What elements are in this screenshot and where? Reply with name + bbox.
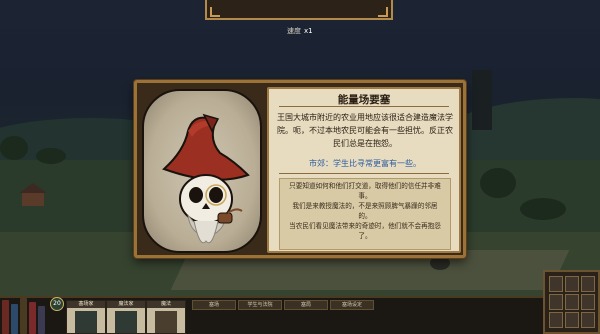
- tab-button[interactable]: 塞场设定: [330, 300, 374, 310]
- tab-button[interactable]: 学生与法院: [238, 300, 282, 310]
- inventory-slot[interactable]: [581, 312, 595, 328]
- choice-option[interactable]: 市郊：学生比寻常更富有一些。: [279, 158, 451, 169]
- book: [38, 306, 45, 334]
- dialog-title: 能量场要塞: [337, 94, 391, 106]
- top-hud-panel: [205, 0, 393, 20]
- card-image: [115, 311, 137, 333]
- card-title: 魔法: [147, 301, 185, 308]
- coin-icon: 20: [50, 297, 64, 311]
- card-image: [155, 311, 177, 333]
- book: [29, 302, 36, 334]
- inventory-slot[interactable]: [581, 276, 595, 292]
- divider: [279, 173, 449, 174]
- game-speed[interactable]: 速度 x1: [287, 26, 313, 36]
- inventory-slot[interactable]: [549, 276, 563, 292]
- cottage: [19, 183, 47, 206]
- speed-label: 速度: [287, 27, 301, 35]
- skull-wizard-icon: [162, 113, 250, 244]
- detail-line: 我们是来教授魔法的，不是来照顾脾气暴躁的邻居的。: [292, 202, 438, 220]
- speed-value: x1: [304, 27, 313, 35]
- detail-line: 只要知道如何和他们打交道，取得他们的信任并非难事。: [289, 182, 441, 200]
- build-card[interactable]: 塞场家: [66, 300, 106, 334]
- bush: [36, 148, 66, 164]
- bush: [520, 198, 566, 220]
- inventory-slot[interactable]: [549, 312, 563, 328]
- card-image: [75, 311, 97, 333]
- inventory-slot[interactable]: [581, 294, 595, 310]
- book: [2, 300, 9, 334]
- book: [11, 304, 18, 334]
- bush: [430, 256, 450, 270]
- inventory-tray: [543, 270, 600, 334]
- divider: [279, 106, 449, 107]
- detail-line: 当农民们看见魔法带来的奇迹时，他们就不会再抱怨了。: [289, 222, 441, 240]
- dialog-description: 王国大城市附近的农业用地应该很适合建造魔法学院。呃，不过本地农民可能会有一些担忧…: [277, 113, 453, 148]
- inventory-slot[interactable]: [549, 294, 563, 310]
- silo-silhouette: [472, 70, 492, 130]
- choice-detail: 只要知道如何和他们打交道，取得他们的信任并非难事。 我们是来教授魔法的，不是来照…: [279, 178, 451, 250]
- panel-corner: [378, 7, 388, 17]
- tab-button[interactable]: 塞局: [284, 300, 328, 310]
- inventory-slot[interactable]: [565, 294, 579, 310]
- spellbook-stack[interactable]: [2, 298, 46, 334]
- card-title: 魔法家: [107, 301, 145, 308]
- book: [20, 298, 27, 334]
- tab-button[interactable]: 塞场: [192, 300, 236, 310]
- dialog-text-panel: 能量场要塞 王国大城市附近的农业用地应该很适合建造魔法学院。呃，不过本地农民可能…: [267, 87, 461, 253]
- bush: [0, 136, 28, 160]
- skull-wizard-portrait: [142, 89, 262, 253]
- bush: [480, 168, 516, 198]
- build-card[interactable]: 魔法家: [106, 300, 146, 334]
- card-title: 塞场家: [67, 301, 105, 308]
- inventory-slot[interactable]: [565, 276, 579, 292]
- inventory-slot[interactable]: [565, 312, 579, 328]
- build-card[interactable]: 魔法: [146, 300, 186, 334]
- event-dialog: 能量场要塞 王国大城市附近的农业用地应该很适合建造魔法学院。呃，不过本地农民可能…: [134, 80, 466, 258]
- panel-corner: [210, 7, 220, 17]
